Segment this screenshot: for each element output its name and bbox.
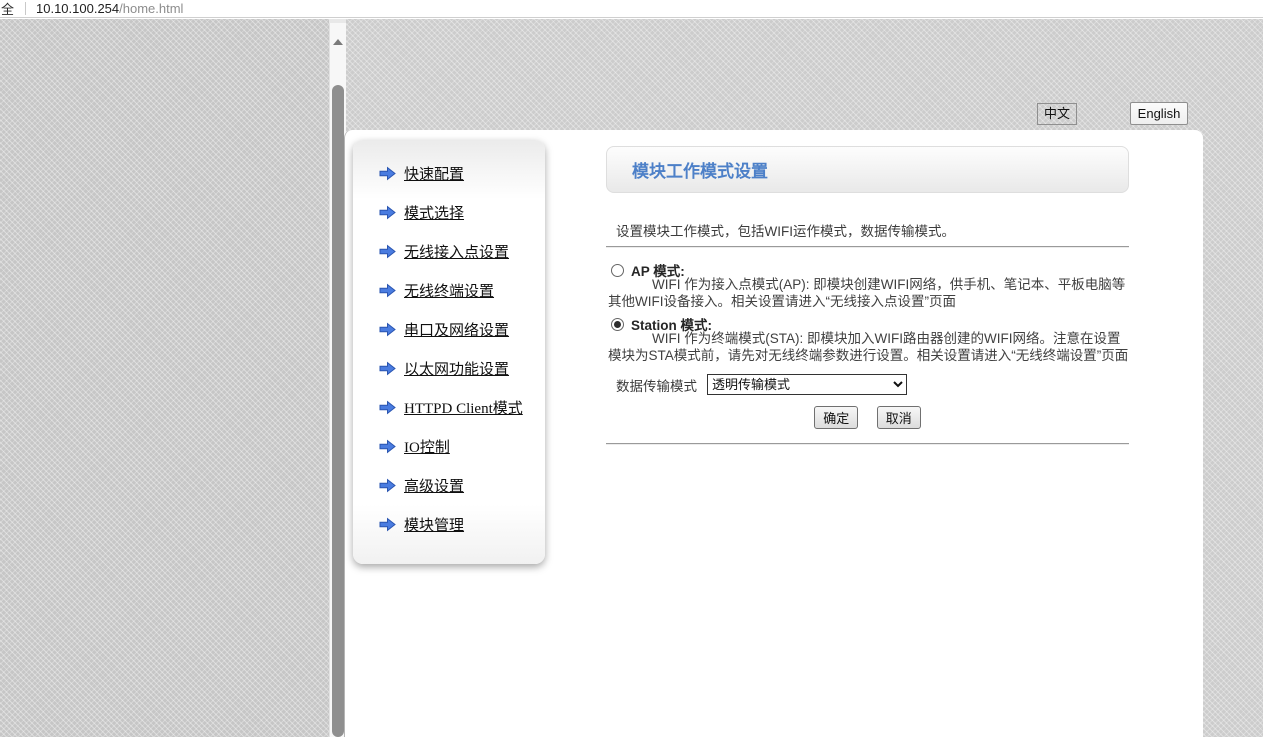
right-arrow-icon (379, 205, 396, 220)
right-arrow-icon (379, 283, 396, 298)
left-frame-background (0, 19, 329, 737)
sidebar-item-label[interactable]: 无线终端设置 (404, 280, 494, 301)
url-text[interactable]: 10.10.100.254/home.html (36, 1, 183, 16)
sidebar-item-mode-select[interactable]: 模式选择 (379, 201, 545, 223)
browser-address-bar: 全 10.10.100.254/home.html (0, 0, 1263, 18)
right-arrow-icon (379, 244, 396, 259)
ap-mode-description: WIFI 作为接入点模式(AP): 即模块创建WIFI网络，供手机、笔记本、平板… (608, 277, 1129, 310)
ap-mode-radio[interactable] (611, 264, 624, 277)
sidebar-item-label[interactable]: 模块管理 (404, 514, 464, 535)
sidebar-item-ethernet[interactable]: 以太网功能设置 (379, 357, 545, 379)
sidebar-item-ap-settings[interactable]: 无线接入点设置 (379, 240, 545, 262)
right-arrow-icon (379, 400, 396, 415)
sidebar-item-sta-settings[interactable]: 无线终端设置 (379, 279, 545, 301)
sidebar-menu: 快速配置 模式选择 无线接入点设置 无线终端设置 串口及网络设置 以太网功能设置 (353, 140, 545, 564)
security-indicator: 全 (1, 0, 25, 18)
url-path: /home.html (119, 1, 183, 16)
station-mode-description: WIFI 作为终端模式(STA): 即模块加入WIFI路由器创建的WIFI网络。… (608, 331, 1129, 364)
address-bar-divider (25, 2, 26, 15)
sidebar-item-advanced[interactable]: 高级设置 (379, 474, 545, 496)
scrollbar-thumb[interactable] (332, 85, 344, 737)
sidebar-item-label[interactable]: 以太网功能设置 (404, 358, 509, 379)
sidebar-item-module-manage[interactable]: 模块管理 (379, 513, 545, 535)
sidebar-item-label[interactable]: IO控制 (404, 436, 450, 457)
station-mode-radio[interactable] (611, 318, 624, 331)
right-arrow-icon (379, 361, 396, 376)
sidebar-item-uart-network[interactable]: 串口及网络设置 (379, 318, 545, 340)
url-host: 10.10.100.254 (36, 1, 119, 16)
data-transfer-mode-label: 数据传输模式 (616, 375, 697, 395)
sidebar-item-httpd-client[interactable]: HTTPD Client模式 (379, 396, 545, 418)
separator-line (606, 246, 1129, 248)
data-transfer-mode-row: 数据传输模式 透明传输模式 (616, 374, 907, 395)
scrollbar-up-arrow-icon[interactable] (333, 39, 343, 45)
sidebar-item-label[interactable]: 无线接入点设置 (404, 241, 509, 262)
separator-line (606, 443, 1129, 445)
page-title: 模块工作模式设置 (632, 157, 768, 182)
language-english-button[interactable]: English (1130, 102, 1188, 125)
cancel-button[interactable]: 取消 (877, 406, 921, 429)
sidebar-menu-list: 快速配置 模式选择 无线接入点设置 无线终端设置 串口及网络设置 以太网功能设置 (353, 140, 545, 535)
page-header: 模块工作模式设置 (606, 146, 1129, 193)
sidebar-item-label[interactable]: 快速配置 (404, 163, 464, 184)
ok-button[interactable]: 确定 (814, 406, 858, 429)
right-arrow-icon (379, 517, 396, 532)
sidebar-item-label[interactable]: 串口及网络设置 (404, 319, 509, 340)
form-buttons: 确定 取消 (606, 406, 1129, 429)
sidebar-item-label[interactable]: 高级设置 (404, 475, 464, 496)
sidebar-item-quick-config[interactable]: 快速配置 (379, 162, 545, 184)
right-arrow-icon (379, 322, 396, 337)
main-content-panel: 快速配置 模式选择 无线接入点设置 无线终端设置 串口及网络设置 以太网功能设置 (344, 130, 1203, 737)
language-chinese-button[interactable]: 中文 (1037, 103, 1077, 125)
right-arrow-icon (379, 166, 396, 181)
right-arrow-icon (379, 478, 396, 493)
sidebar-item-label[interactable]: HTTPD Client模式 (404, 397, 523, 418)
right-arrow-icon (379, 439, 396, 454)
sidebar-item-io-control[interactable]: IO控制 (379, 435, 545, 457)
sidebar-item-label[interactable]: 模式选择 (404, 202, 464, 223)
data-transfer-mode-select[interactable]: 透明传输模式 (707, 374, 907, 395)
intro-text: 设置模块工作模式，包括WIFI运作模式，数据传输模式。 (616, 220, 955, 240)
